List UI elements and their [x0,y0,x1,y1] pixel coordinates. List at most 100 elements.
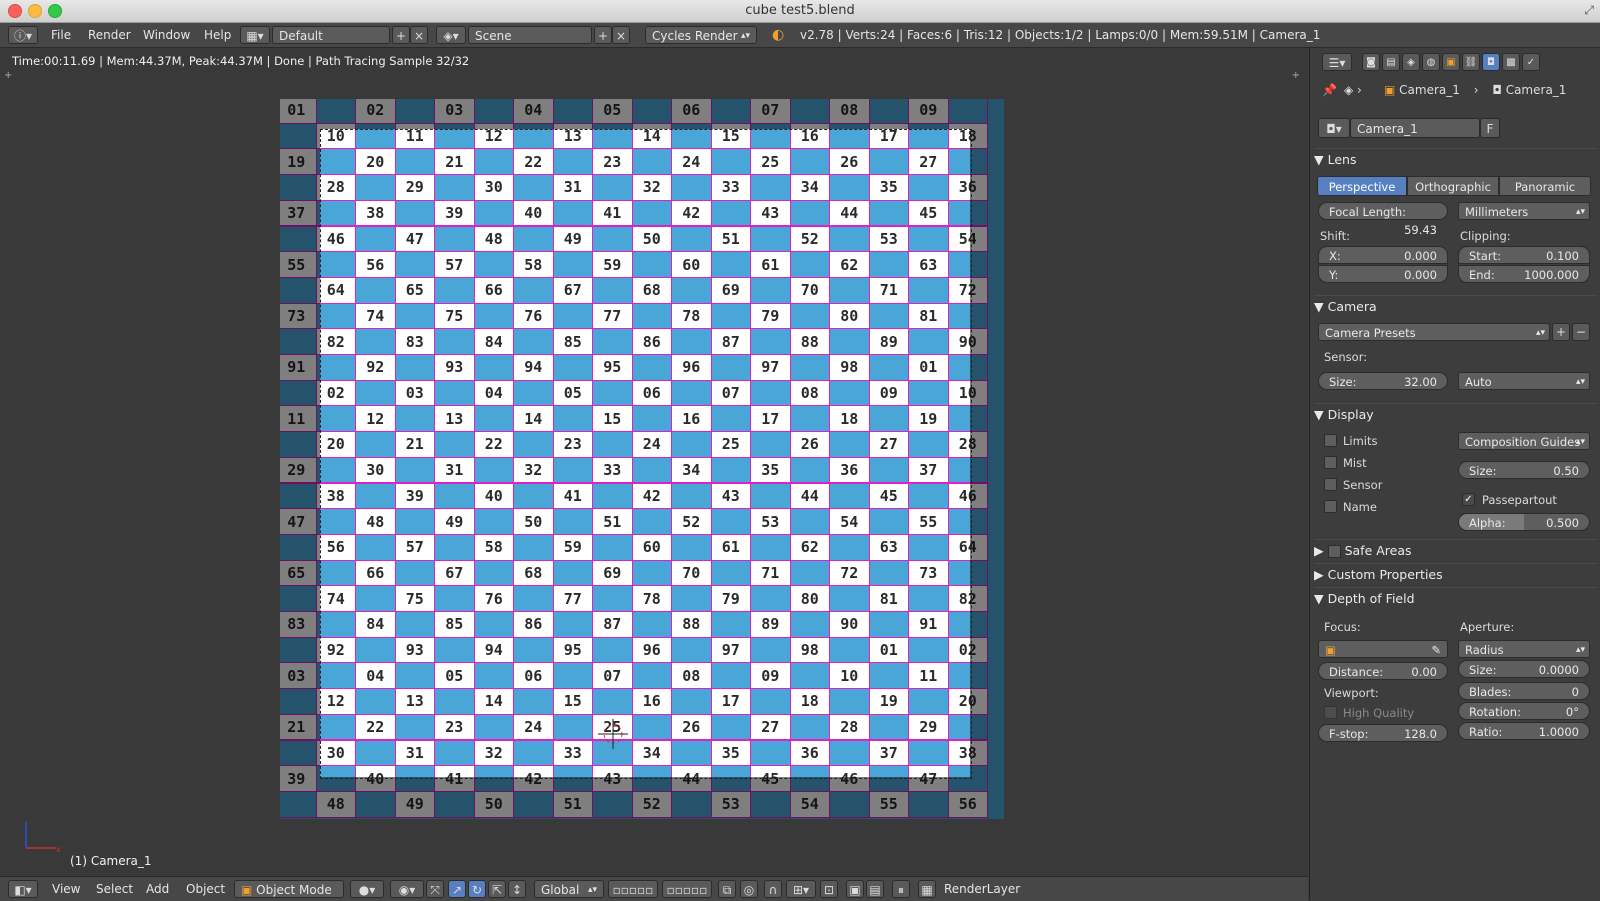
physics-tab-icon[interactable]: ✓ [1522,53,1540,71]
camera-datablock-browse-icon[interactable]: ◘▾ [1318,118,1350,138]
layer-lock-icon[interactable]: ⧉ [718,880,736,898]
mist-label: Mist [1343,456,1367,470]
clip-end-field[interactable]: End: 1000.000 [1458,265,1590,283]
add-preset-icon[interactable]: + [1552,323,1570,341]
proportional-edit-icon[interactable]: ◎ [740,880,758,898]
menu-view[interactable]: View [52,880,80,898]
display-size-field[interactable]: Size: 0.50 [1458,461,1590,479]
menu-help[interactable]: Help [204,26,231,44]
menu-add[interactable]: Add [146,880,169,898]
region-expand-left-icon[interactable]: + [4,70,12,81]
high-quality-checkbox[interactable] [1324,706,1337,719]
clip-start-field[interactable]: Start: 0.100 [1458,246,1590,264]
snap-element-icon[interactable]: ⊞▾ [786,880,816,898]
scene-layers-b-icon[interactable]: ▫▫▫▫▫ [662,880,712,898]
proportional-falloff-icon[interactable]: ∩ [764,880,782,898]
menu-file[interactable]: File [51,26,71,44]
sensor-fit-select[interactable]: Auto ▴▾ [1458,372,1590,390]
editor-type-3d-icon[interactable]: ◧▾ [8,880,38,898]
scene-tab-icon[interactable]: ◈ [1402,53,1420,71]
dof-panel-header[interactable]: ▼ Depth of Field [1314,587,1597,610]
name-checkbox[interactable] [1324,500,1337,513]
add-scene-icon[interactable]: + [594,26,612,44]
editor-type-info-icon[interactable]: ⓘ▾ [8,26,38,44]
camera-datablock-name[interactable]: Camera_1 [1350,118,1480,138]
snap-target-icon[interactable]: ⊡ [820,880,838,898]
sensor-size-field[interactable]: Size: 32.00 [1318,372,1448,390]
constraints-tab-icon[interactable]: ⛓ [1462,53,1480,71]
texture-tab-icon[interactable]: ▩ [1502,53,1520,71]
manipulator-toggle-icon[interactable]: ⤧ [426,880,444,898]
render-pause-icon[interactable]: ⏸ [892,880,910,898]
scene-layers-a-icon[interactable]: ▫▫▫▫▫ [608,880,658,898]
passepartout-alpha-slider[interactable]: Alpha: 0.500 [1458,513,1590,531]
menu-window[interactable]: Window [143,26,190,44]
render-tab-icon[interactable]: ◙ [1362,53,1380,71]
display-panel-header[interactable]: ▼ Display [1314,403,1597,426]
pivot-point-icon[interactable]: ◉▾ [390,880,424,898]
transform-orientation-icon[interactable]: ↕ [508,880,526,898]
composition-guides-select[interactable]: Composition Guides ▴▾ [1458,432,1590,450]
fullscreen-icon[interactable]: ⤢ [1584,3,1594,18]
menu-select[interactable]: Select [96,880,133,898]
lens-panel-header[interactable]: ▼ Lens [1314,148,1597,171]
delete-scene-icon[interactable]: × [612,26,630,44]
eyedropper-icon[interactable]: ✎ [1431,641,1441,659]
scene-icon[interactable]: ◈▾ [436,26,466,44]
fstop-field[interactable]: F-stop: 128.0 [1318,724,1448,742]
focus-distance-field[interactable]: Distance: 0.00 [1318,662,1448,680]
3d-cursor-icon[interactable] [598,719,628,749]
opengl-render-icon[interactable]: ▣ [846,880,864,898]
safe-areas-checkbox[interactable] [1327,545,1341,558]
object-tab-icon[interactable]: ▣ [1442,53,1460,71]
delete-layout-icon[interactable]: × [410,26,428,44]
ratio-field[interactable]: Ratio: 1.0000 [1458,722,1590,740]
tab-perspective[interactable]: Perspective [1317,176,1407,196]
focal-length-field[interactable]: Focal Length: 59.43 [1318,202,1448,237]
translate-manipulator-icon[interactable]: ↗ [448,880,466,898]
world-tab-icon[interactable]: ◍ [1422,53,1440,71]
lens-unit-select[interactable]: Millimeters ▴▾ [1458,202,1590,220]
render-layers-tab-icon[interactable]: ▤ [1382,53,1400,71]
sensor-display-checkbox[interactable] [1324,478,1337,491]
camera-presets-select[interactable]: Camera Presets ▴▾ [1318,323,1550,341]
menu-render[interactable]: Render [88,26,131,44]
pin-icon[interactable]: 📌 [1322,83,1337,97]
limits-checkbox[interactable] [1324,434,1337,447]
screen-layout-icon[interactable]: ▦▾ [240,26,270,44]
rotate-manipulator-icon[interactable]: ↻ [468,880,486,898]
add-layout-icon[interactable]: + [392,26,410,44]
aperture-size-field[interactable]: Size: 0.0000 [1458,660,1590,678]
safe-areas-panel-header[interactable]: ▶ Safe Areas [1314,539,1597,562]
object-mode-select[interactable]: ▣ Object Mode [234,880,344,898]
clip-start-label: Start: [1469,249,1501,263]
passepartout-checkbox[interactable]: ✓ [1462,493,1475,506]
tab-orthographic[interactable]: Orthographic [1407,176,1499,196]
render-engine-select[interactable]: Cycles Render ▴▾ [645,26,757,44]
render-layer-icon[interactable]: ▦ [918,880,936,898]
scene-field[interactable]: Scene [468,26,592,44]
opengl-animation-icon[interactable]: ▤ [866,880,884,898]
mist-checkbox[interactable] [1324,456,1337,469]
scale-manipulator-icon[interactable]: ⇱ [488,880,506,898]
camera-panel-header[interactable]: ▼ Camera [1314,295,1597,318]
fake-user-button[interactable]: F [1480,118,1500,138]
shift-x-field[interactable]: X: 0.000 [1318,246,1448,264]
custom-properties-panel-header[interactable]: ▶ Custom Properties [1314,563,1597,586]
transform-orientation-select[interactable]: Global ▴▾ [534,880,604,898]
3d-viewport[interactable]: Time:00:11.69 | Mem:44.37M, Peak:44.37M … [0,48,1308,876]
region-expand-right-icon[interactable]: + [1292,70,1300,81]
menu-object[interactable]: Object [186,880,225,898]
blades-field[interactable]: Blades: 0 [1458,682,1590,700]
aperture-type-select[interactable]: Radius ▴▾ [1458,640,1590,658]
camera-data-tab-icon[interactable]: ◘ [1482,53,1500,71]
focus-object-field[interactable]: ▣ ✎ [1318,640,1448,658]
tab-panoramic[interactable]: Panoramic [1499,176,1591,196]
screen-layout-field[interactable]: Default [272,26,390,44]
shift-y-field[interactable]: Y: 0.000 [1318,265,1448,283]
viewport-shading-icon[interactable]: ●▾ [350,880,384,898]
remove-preset-icon[interactable]: − [1572,323,1590,341]
camera-panel-title: Camera [1327,299,1377,314]
editor-type-properties-icon[interactable]: ☰▾ [1322,53,1352,71]
rotation-field[interactable]: Rotation: 0° [1458,702,1590,720]
